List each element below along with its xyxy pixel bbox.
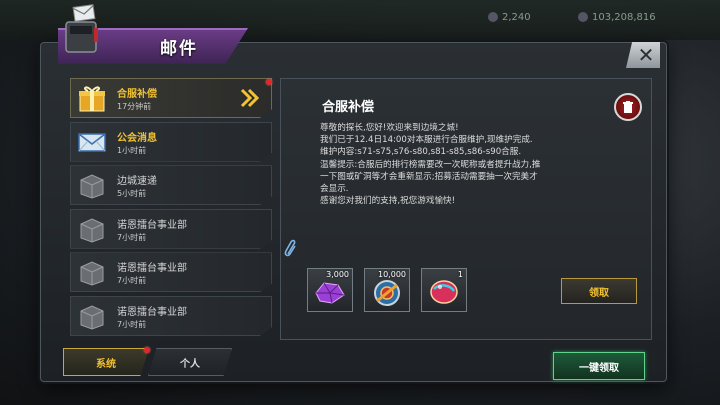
- mailbox-icon: [56, 2, 106, 56]
- reward-slot[interactable]: 10,000: [364, 268, 410, 312]
- mail-title: 合服补偿: [322, 100, 375, 115]
- tab-system[interactable]: 系统: [63, 348, 149, 376]
- list-item[interactable]: 公会消息 1小时前: [70, 121, 272, 162]
- list-item[interactable]: 合服补偿 17分钟前: [70, 78, 272, 118]
- close-icon[interactable]: ✕: [638, 45, 655, 65]
- mail-time: 5小时前: [117, 189, 147, 199]
- list-item[interactable]: 边城速递 5小时前: [70, 165, 272, 206]
- mail-sender: 公会消息: [117, 132, 157, 144]
- unread-dot: [266, 79, 272, 85]
- reward-slot[interactable]: 3,000: [307, 268, 353, 312]
- chevron-right-icon: [240, 88, 260, 108]
- claim-all-button[interactable]: 一键领取: [553, 352, 645, 380]
- tab-personal[interactable]: 个人: [148, 348, 232, 376]
- list-item[interactable]: 诺恩擂台事业部 7小时前: [70, 208, 272, 249]
- list-item[interactable]: 诺恩擂台事业部 7小时前: [70, 252, 272, 293]
- mail-body-line: 温馨提示:合服后的排行榜需要改一次昵称或者提升战力,推: [320, 159, 541, 170]
- reward-slot[interactable]: 1: [421, 268, 467, 312]
- mail-body-line: 维护内容:s71-s75,s76-s80,s81-s85,s86-s90合服.: [320, 147, 522, 158]
- gear-coin-icon: [374, 280, 400, 306]
- mail-body-line: 我们已于12.4日14:00对本服进行合服维护,现维护完成.: [320, 135, 533, 146]
- purple-gem-icon: [315, 282, 345, 304]
- trash-icon[interactable]: [622, 100, 634, 114]
- claim-button[interactable]: 领取: [561, 278, 637, 304]
- resource-counter-b: 103,208,816: [578, 12, 656, 23]
- mail-sender: 诺恩擂台事业部: [117, 263, 187, 275]
- window-title: 邮件: [160, 39, 198, 59]
- delete-button[interactable]: [614, 93, 642, 121]
- paperclip-icon: [284, 239, 296, 257]
- gift-icon: [79, 86, 105, 112]
- envelope-icon: [78, 132, 106, 152]
- mail-body-line: 尊敬的探长,您好!欢迎来到边境之城!: [320, 123, 459, 133]
- mail-sender: 诺恩擂台事业部: [117, 306, 187, 318]
- mail-time: 17分钟前: [117, 102, 152, 111]
- package-icon: [80, 305, 104, 330]
- mail-body: 尊敬的探长,您好!欢迎来到边境之城! 我们已于12.4日14:00对本服进行合服…: [320, 122, 620, 207]
- mail-time: 7小时前: [117, 232, 147, 242]
- mail-body-line: 会显示.: [320, 184, 349, 195]
- mail-time: 1小时前: [117, 145, 147, 155]
- mail-list: 合服补偿 17分钟前 公会消息 1小时前 边城速递 5小时前 诺恩擂台事业部 7…: [70, 78, 272, 340]
- list-item[interactable]: 诺恩擂台事业部 7小时前: [70, 295, 272, 336]
- red-orb-icon: [430, 280, 458, 304]
- resource-icon: [488, 12, 498, 22]
- package-icon: [80, 261, 104, 286]
- mail-sender: 诺恩擂台事业部: [117, 219, 187, 231]
- mail-sender: 边城速递: [117, 176, 157, 188]
- mail-time: 7小时前: [117, 276, 147, 286]
- resource-counter-a: 2,240: [488, 12, 531, 23]
- mail-time: 7小时前: [117, 319, 147, 329]
- unread-dot: [144, 347, 150, 353]
- resource-icon: [578, 12, 588, 22]
- mail-body-line: 一下图或矿洞等才会重新显示;招募活动需要抽一次完美才: [320, 171, 538, 182]
- package-icon: [80, 218, 104, 243]
- mail-sender: 合服补偿: [117, 89, 157, 100]
- package-icon: [80, 174, 104, 199]
- mail-body-line: 感谢您对我们的支持,祝您游戏愉快!: [320, 196, 456, 207]
